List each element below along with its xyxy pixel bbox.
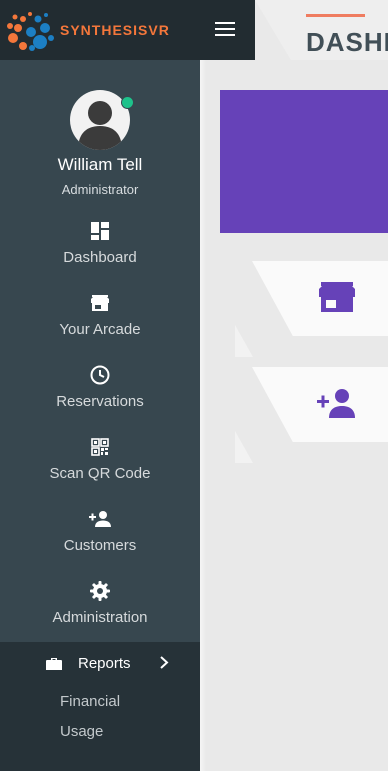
store-icon xyxy=(91,295,109,311)
title-accent-bar xyxy=(306,14,365,17)
sidebar-item-label: Administration xyxy=(52,609,148,626)
submenu-item-financial[interactable]: Financial xyxy=(60,693,120,710)
sidebar-item-administration[interactable]: Administration xyxy=(0,580,200,648)
sidebar-item-label: Scan QR Code xyxy=(49,465,151,482)
sidebar-item-dashboard[interactable]: Dashboard xyxy=(0,220,200,288)
add-person-icon xyxy=(89,511,111,527)
page-title: DASHB xyxy=(306,27,388,57)
card-shadow xyxy=(235,325,253,357)
sidebar-item-your-arcade[interactable]: Your Arcade xyxy=(0,292,200,360)
brand-name: SYNTHESISVR xyxy=(60,22,170,38)
purple-banner xyxy=(220,90,388,233)
qr-code-icon xyxy=(91,438,109,456)
chevron-right-icon xyxy=(160,656,169,669)
sidebar: William Tell Administrator Dashboard You… xyxy=(0,60,200,771)
hamburger-line-icon xyxy=(215,34,235,36)
card-shadow xyxy=(235,431,253,463)
reports-submenu: Financial Usage xyxy=(0,684,200,771)
gear-icon xyxy=(90,581,110,601)
sidebar-item-label: Reservations xyxy=(56,393,144,410)
online-status-indicator xyxy=(121,96,134,109)
main-edge-shadow xyxy=(200,60,206,771)
synthesisvr-logo-icon xyxy=(7,12,54,51)
sidebar-item-scan-qr-code[interactable]: Scan QR Code xyxy=(0,436,200,504)
clock-icon xyxy=(90,365,110,385)
sidebar-item-label: Reports xyxy=(78,655,131,672)
user-role: Administrator xyxy=(61,182,139,197)
hamburger-line-icon xyxy=(215,28,235,30)
store-icon xyxy=(319,282,355,312)
sidebar-item-label: Dashboard xyxy=(63,249,137,266)
menu-toggle-button[interactable] xyxy=(215,22,235,38)
user-name: William Tell xyxy=(57,155,143,174)
briefcase-icon xyxy=(46,658,62,670)
sidebar-item-reservations[interactable]: Reservations xyxy=(0,364,200,432)
sidebar-item-label: Your Arcade xyxy=(59,321,141,338)
hamburger-line-icon xyxy=(215,22,235,24)
sidebar-item-reports[interactable]: Reports xyxy=(0,642,200,684)
dashboard-icon xyxy=(91,222,109,240)
add-person-icon xyxy=(317,389,355,418)
sidebar-item-label: Customers xyxy=(63,537,137,554)
submenu-item-usage[interactable]: Usage xyxy=(60,723,103,740)
sidebar-item-customers[interactable]: Customers xyxy=(0,508,200,576)
